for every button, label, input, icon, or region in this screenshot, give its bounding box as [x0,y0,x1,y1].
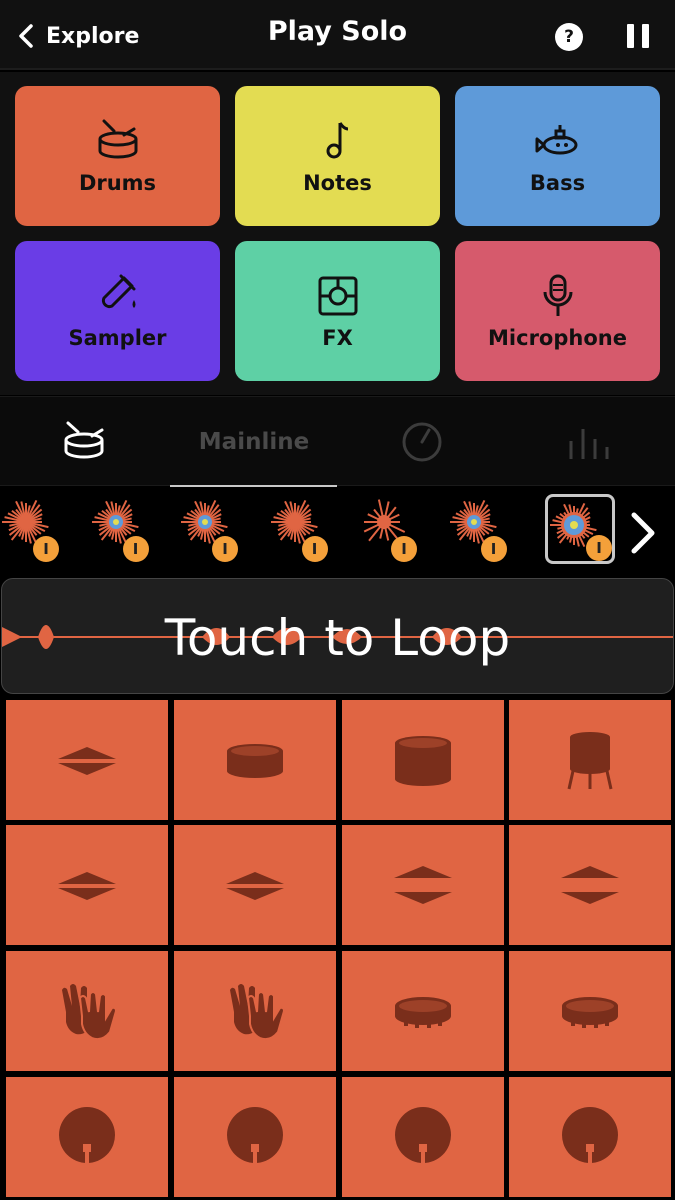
open-hihat-icon [394,866,452,904]
drum-pad[interactable] [6,951,168,1071]
tambourine-icon [562,997,618,1028]
drum-pad-grid [0,696,675,1200]
instrument-grid: Drums Notes Bass Sampler FX Microphone [0,72,675,395]
sample-badge: I [122,536,149,562]
drum-pad[interactable] [6,700,168,820]
fx-box-icon [318,276,357,316]
help-button[interactable]: ? [555,23,583,51]
instrument-label: FX [322,326,353,350]
clap-icon [62,984,118,1041]
instrument-label: Drums [78,171,157,195]
tab-drums[interactable] [0,397,168,487]
instrument-microphone[interactable]: Microphone [455,241,660,381]
drum-pad[interactable] [342,825,504,945]
sample-item[interactable]: I [0,494,70,564]
test-tube-icon [101,274,135,309]
sample-item[interactable]: I [545,494,615,564]
hihat-icon [226,872,284,900]
sample-strip: IIIIIII [0,488,675,576]
sample-badge: I [33,536,59,562]
instrument-drums[interactable]: Drums [15,86,220,226]
kick-icon [227,1107,283,1172]
equalizer-icon [569,429,609,459]
sample-badge: I [301,536,328,562]
drum-pad[interactable] [509,951,671,1071]
instrument-label: Notes [303,171,372,195]
drum-pad[interactable] [174,825,336,945]
snare-icon [227,744,283,778]
tab-knob[interactable] [338,397,506,487]
drum-pad[interactable] [509,1077,671,1197]
drum-pad[interactable] [509,700,671,820]
sample-badge: I [480,536,507,562]
top-bar: Explore Play Solo ? [0,0,675,70]
sample-item[interactable]: I [358,494,428,564]
instrument-notes[interactable]: Notes [235,86,440,226]
microphone-icon [543,274,572,316]
drum-pad[interactable] [174,951,336,1071]
sample-item[interactable]: I [179,494,249,564]
pause-button[interactable] [627,24,649,48]
sample-item[interactable]: I [269,494,339,564]
tom-icon [395,736,451,786]
hihat-icon [58,872,116,900]
pause-icon-bar [642,24,649,48]
sample-item[interactable]: I [448,494,518,564]
instrument-sampler[interactable]: Sampler [15,241,220,381]
drum-pad[interactable] [342,1077,504,1197]
drum-pad[interactable] [6,825,168,945]
knob-icon [402,422,442,462]
touch-to-loop-bar[interactable]: Touch to Loop [1,578,674,694]
kick-icon [562,1107,618,1172]
hihat-icon [58,747,116,775]
music-note-icon [326,122,348,159]
clap-icon [230,984,286,1041]
pause-icon [627,24,634,48]
tab-mainline[interactable]: Mainline [170,397,338,487]
chevron-right-icon [631,512,655,554]
drum-pad[interactable] [342,951,504,1071]
instrument-label: Sampler [68,326,167,350]
instrument-label: Microphone [488,326,627,350]
sample-badge: I [586,535,612,561]
sample-badge: I [212,536,238,562]
tab-label: Mainline [198,429,310,455]
drum-pad[interactable] [6,1077,168,1197]
drum-icon [98,119,137,159]
tab-bar: Mainline [0,396,675,486]
drum-icon [64,421,104,459]
tambourine-icon [395,997,451,1028]
drum-pad[interactable] [342,700,504,820]
kick-icon [59,1107,115,1172]
drum-pad[interactable] [509,825,671,945]
instrument-label: Bass [529,171,586,195]
kick-icon [395,1107,451,1172]
instrument-fx[interactable]: FX [235,241,440,381]
loop-label: Touch to Loop [164,609,511,667]
sample-badge: I [391,536,417,562]
submarine-icon [535,125,577,155]
drum-pad[interactable] [174,700,336,820]
floor-tom-icon [567,732,613,790]
drum-pad[interactable] [174,1077,336,1197]
sample-item[interactable]: I [90,494,160,564]
next-samples-button[interactable] [620,505,668,561]
tab-equalizer[interactable] [507,397,675,487]
open-hihat-icon [561,866,619,904]
instrument-bass[interactable]: Bass [455,86,660,226]
active-tab-indicator [170,485,337,487]
